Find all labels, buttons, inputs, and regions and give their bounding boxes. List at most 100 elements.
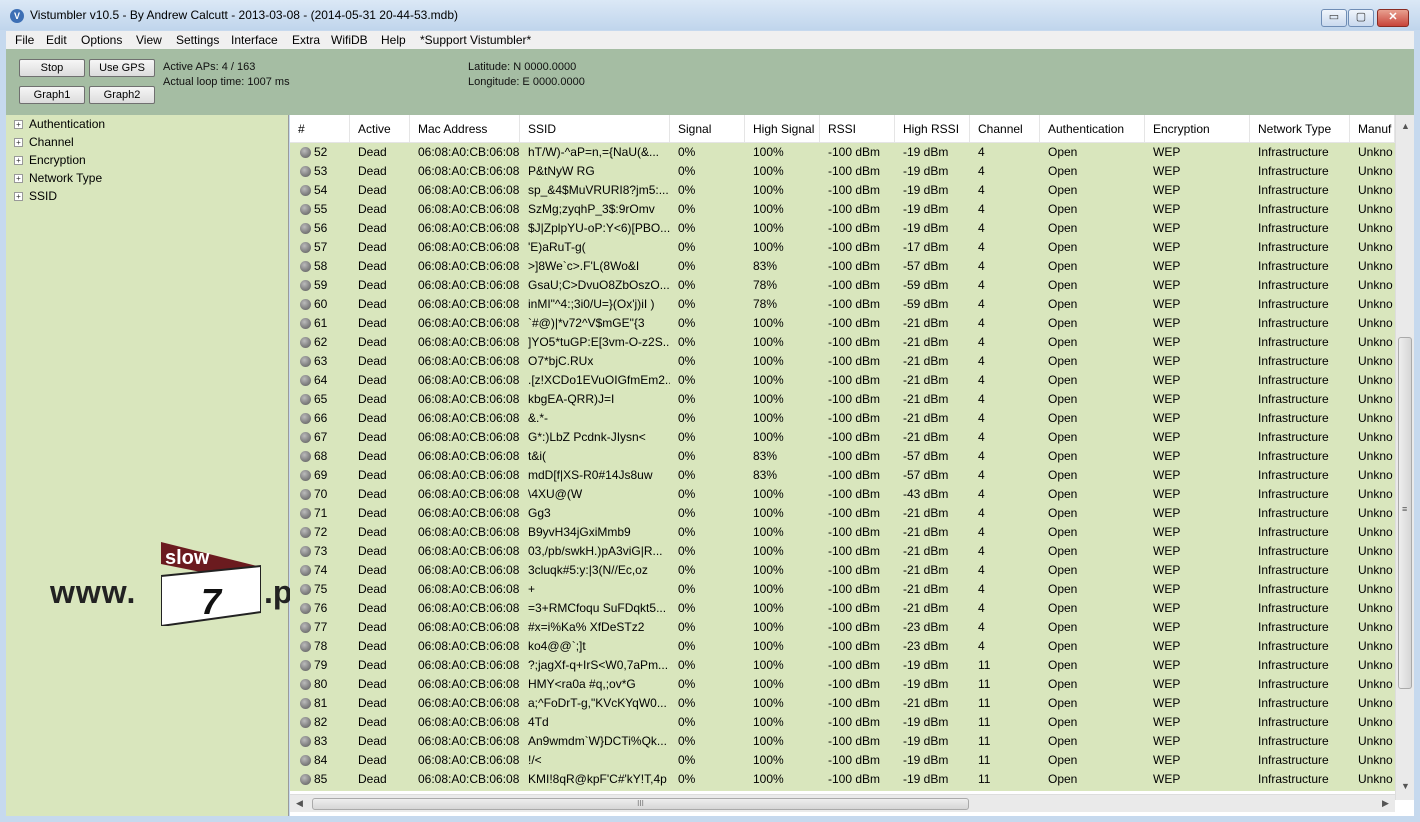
cell-mac: 06:08:A0:CB:06:08 [418, 183, 520, 197]
cell-mac: 06:08:A0:CB:06:08 [418, 221, 520, 235]
tree-item-channel[interactable]: + Channel [14, 135, 74, 153]
scroll-left-icon[interactable]: ◀ [296, 798, 303, 809]
cell-authentication: Open [1048, 677, 1078, 691]
cell-channel: 4 [978, 221, 985, 235]
tree-item-ssid[interactable]: + SSID [14, 189, 57, 207]
column-header-ssid[interactable]: SSID [520, 115, 670, 142]
maximize-button[interactable]: ▢ [1348, 9, 1374, 27]
table-row[interactable]: 79 Dead 06:08:A0:CB:06:08 ?;jagXf-q+IrS<W0,… [290, 656, 1395, 675]
vertical-scroll-thumb[interactable]: ≡ [1398, 337, 1412, 689]
cell-channel: 4 [978, 392, 985, 406]
table-row[interactable]: 69 Dead 06:08:A0:CB:06:08 mdD[f|XS-R0#14Js8… [290, 466, 1395, 485]
cell-signal: 0% [678, 373, 696, 387]
table-row[interactable]: 83 Dead 06:08:A0:CB:06:08 An9wmdm`W}DCTi%Qk… [290, 732, 1395, 751]
table-row[interactable]: 53 Dead 06:08:A0:CB:06:08 P&tNyW RG 0% 100% -1… [290, 162, 1395, 181]
column-header-high-rssi[interactable]: High RSSI [895, 115, 970, 142]
table-row[interactable]: 61 Dead 06:08:A0:CB:06:08 `#@)|*v72^V$mGE"{… [290, 314, 1395, 333]
menu-support[interactable]: *Support Vistumbler* [420, 33, 531, 47]
close-button[interactable]: ✕ [1377, 9, 1409, 27]
graph2-button[interactable]: Graph2 [89, 86, 155, 104]
cell-authentication: Open [1048, 240, 1078, 254]
menu-extra[interactable]: Extra [292, 33, 320, 47]
stop-button[interactable]: Stop [19, 59, 85, 77]
table-row[interactable]: 63 Dead 06:08:A0:CB:06:08 O7*bjC.RUx 0% 100% -… [290, 352, 1395, 371]
table-row[interactable]: 59 Dead 06:08:A0:CB:06:08 GsaU;C>DvuO8ZbOsz… [290, 276, 1395, 295]
horizontal-scroll-thumb[interactable]: III [312, 798, 969, 810]
table-row[interactable]: 81 Dead 06:08:A0:CB:06:08 a;^FoDrT-g,"KVcKY… [290, 694, 1395, 713]
table-row[interactable]: 57 Dead 06:08:A0:CB:06:08 'E)aRuT-g(0% 100% -… [290, 238, 1395, 257]
table-row[interactable]: 85 Dead 06:08:A0:CB:06:08 KMI!8qR@kpF'C#'kY… [290, 770, 1395, 789]
menu-help[interactable]: Help [381, 33, 406, 47]
column-header-high-signal[interactable]: High Signal [745, 115, 820, 142]
table-row[interactable]: 75 Dead 06:08:A0:CB:06:08 +0% 100% -100 dBm -2… [290, 580, 1395, 599]
horizontal-scrollbar[interactable]: ◀ III ▶ [290, 794, 1395, 812]
table-row[interactable]: 73 Dead 06:08:A0:CB:06:08 03,/pb/swkH.)pA3v… [290, 542, 1395, 561]
cell-signal: 0% [678, 240, 696, 254]
table-row[interactable]: 71 Dead 06:08:A0:CB:06:08 Gg3 0% 100% -100 dBm… [290, 504, 1395, 523]
column-header-active[interactable]: Active [350, 115, 410, 142]
tree-item-encryption[interactable]: + Encryption [14, 153, 86, 171]
row-number: 58 [314, 259, 328, 273]
table-row[interactable]: 82 Dead 06:08:A0:CB:06:08 4Td 0% 100% -100 dBm… [290, 713, 1395, 732]
table-row[interactable]: 62 Dead 06:08:A0:CB:06:08]YO5*tuGP:E[3vm-O… [290, 333, 1395, 352]
menu-view[interactable]: View [136, 33, 162, 47]
table-row[interactable]: 68 Dead 06:08:A0:CB:06:08 t&i(0% 83% -100 dBm… [290, 447, 1395, 466]
table-row[interactable]: 78 Dead 06:08:A0:CB:06:08 ko4@@`;]t 0% 100% -1… [290, 637, 1395, 656]
expand-icon[interactable]: + [14, 192, 23, 201]
table-row[interactable]: 77 Dead 06:08:A0:CB:06:08 #x=i%Ka% XfDeSTz2… [290, 618, 1395, 637]
expand-icon[interactable]: + [14, 156, 23, 165]
scroll-right-icon[interactable]: ▶ [1382, 798, 1389, 809]
scroll-up-icon[interactable]: ▲ [1401, 121, 1410, 131]
cell-active: Dead [358, 354, 387, 368]
column-header-num[interactable]: # [290, 115, 350, 142]
column-header-signal[interactable]: Signal [670, 115, 745, 142]
table-row[interactable]: 56 Dead 06:08:A0:CB:06:08 $J|ZplpYU-oP:Y<6)… [290, 219, 1395, 238]
menu-file[interactable]: File [15, 33, 34, 47]
expand-icon[interactable]: + [14, 138, 23, 147]
cell-mac: 06:08:A0:CB:06:08 [418, 525, 520, 539]
column-header-rssi[interactable]: RSSI [820, 115, 895, 142]
title-bar[interactable]: V Vistumbler v10.5 - By Andrew Calcutt -… [0, 0, 1420, 30]
menu-edit[interactable]: Edit [46, 33, 67, 47]
table-row[interactable]: 65 Dead 06:08:A0:CB:06:08 kbgEA-QRR)J=I 0% 10… [290, 390, 1395, 409]
table-row[interactable]: 55 Dead 06:08:A0:CB:06:08 SzMg;zyqhP_3$:9rO… [290, 200, 1395, 219]
table-row[interactable]: 80 Dead 06:08:A0:CB:06:08 HMY<ra0a #q,;ov*G… [290, 675, 1395, 694]
expand-icon[interactable]: + [14, 174, 23, 183]
table-row[interactable]: 52 Dead 06:08:A0:CB:06:08 hT/W)-^aP=n,={NaU… [290, 143, 1395, 162]
use-gps-button[interactable]: Use GPS [89, 59, 155, 77]
ap-list-view[interactable]: # Active Mac Address SSID Signal High Signal R… [290, 115, 1414, 816]
column-header-authentication[interactable]: Authentication [1040, 115, 1145, 142]
table-row[interactable]: 76 Dead 06:08:A0:CB:06:08 =3+RMCfoqu SuFDqk… [290, 599, 1395, 618]
table-row[interactable]: 58 Dead 06:08:A0:CB:06:08 >]8We`c>.F'L(8Wo&… [290, 257, 1395, 276]
table-row[interactable]: 54 Dead 06:08:A0:CB:06:08 sp_&4$MuVRURI8?jm… [290, 181, 1395, 200]
table-row[interactable]: 64 Dead 06:08:A0:CB:06:08 .[z!XCDo1EVuOIGfm… [290, 371, 1395, 390]
table-row[interactable]: 67 Dead 06:08:A0:CB:06:08 G*:)LbZ Pcdnk-JIy… [290, 428, 1395, 447]
column-header-manufacturer[interactable]: Manuf [1350, 115, 1395, 142]
table-row[interactable]: 84 Dead 06:08:A0:CB:06:08 !/< 0% 100% -100 dBm… [290, 751, 1395, 770]
scroll-down-icon[interactable]: ▼ [1401, 781, 1410, 791]
menu-settings[interactable]: Settings [176, 33, 219, 47]
vertical-scrollbar[interactable]: ▲ ≡ ▼ [1395, 115, 1414, 800]
minimize-button[interactable]: ▭ [1321, 9, 1347, 27]
menu-interface[interactable]: Interface [231, 33, 278, 47]
table-row[interactable]: 70 Dead 06:08:A0:CB:06:08 \4XU@(W 0% 100% -100… [290, 485, 1395, 504]
column-header-channel[interactable]: Channel [970, 115, 1040, 142]
cell-manufacturer: Unkno [1358, 506, 1393, 520]
tree-item-network-type[interactable]: + Network Type [14, 171, 102, 189]
cell-network-type: Infrastructure [1258, 240, 1329, 254]
tree-item-authentication[interactable]: + Authentication [14, 117, 105, 135]
menu-options[interactable]: Options [81, 33, 122, 47]
table-row[interactable]: 66 Dead 06:08:A0:CB:06:08 &.*- 0% 100% -100 dB… [290, 409, 1395, 428]
graph1-button[interactable]: Graph1 [19, 86, 85, 104]
slow7-watermark-logo: www. slow 7 .pl [48, 540, 308, 630]
menu-wifidb[interactable]: WifiDB [331, 33, 368, 47]
table-row[interactable]: 72 Dead 06:08:A0:CB:06:08 B9yvH34jGxiMmb9 0%… [290, 523, 1395, 542]
table-row[interactable]: 60 Dead 06:08:A0:CB:06:08 inMI"^4:;3i0/U=}(… [290, 295, 1395, 314]
table-row[interactable]: 74 Dead 06:08:A0:CB:06:08 3cluqk#5:y:|3(N//… [290, 561, 1395, 580]
column-header-mac[interactable]: Mac Address [410, 115, 520, 142]
cell-network-type: Infrastructure [1258, 392, 1329, 406]
column-header-network-type[interactable]: Network Type [1250, 115, 1350, 142]
row-number: 64 [314, 373, 328, 387]
column-header-encryption[interactable]: Encryption [1145, 115, 1250, 142]
expand-icon[interactable]: + [14, 120, 23, 129]
